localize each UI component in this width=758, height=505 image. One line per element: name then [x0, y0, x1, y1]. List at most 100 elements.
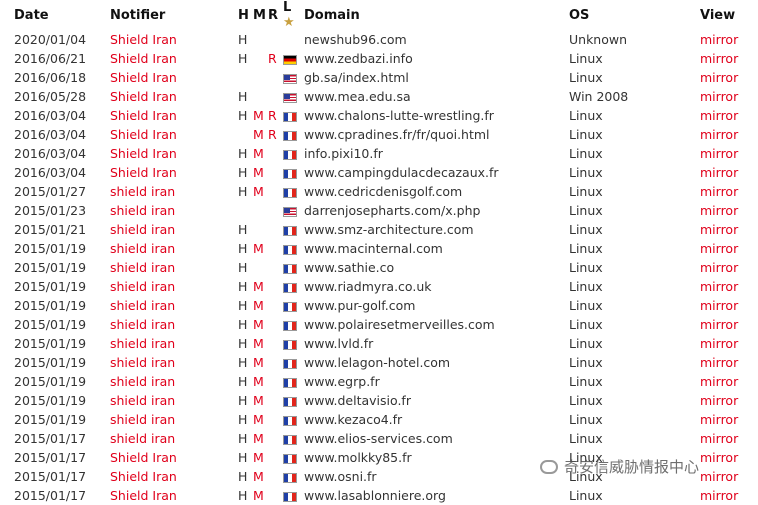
row-r-flag: [268, 391, 283, 410]
row-notifier-link[interactable]: shield iran: [110, 410, 238, 429]
col-notifier[interactable]: Notifier: [110, 0, 238, 30]
row-domain[interactable]: www.lasablonniere.org: [304, 486, 569, 505]
row-notifier-link[interactable]: Shield Iran: [110, 106, 238, 125]
row-notifier-link[interactable]: shield iran: [110, 315, 238, 334]
flag-fr-icon: [283, 377, 297, 388]
row-domain[interactable]: www.kezaco4.fr: [304, 410, 569, 429]
row-notifier-link[interactable]: shield iran: [110, 429, 238, 448]
row-mirror-link[interactable]: mirror: [700, 144, 758, 163]
col-os[interactable]: OS: [569, 0, 700, 30]
col-m[interactable]: M: [253, 0, 268, 30]
row-date: 2016/05/28: [14, 89, 87, 104]
row-notifier-link[interactable]: Shield Iran: [110, 30, 238, 49]
col-l[interactable]: L ★: [283, 0, 304, 30]
row-mirror-link[interactable]: mirror: [700, 486, 758, 505]
row-notifier-link[interactable]: shield iran: [110, 353, 238, 372]
row-mirror-link[interactable]: mirror: [700, 125, 758, 144]
row-notifier-link[interactable]: Shield Iran: [110, 486, 238, 505]
row-domain[interactable]: www.zedbazi.info: [304, 49, 569, 68]
row-domain[interactable]: www.lelagon-hotel.com: [304, 353, 569, 372]
row-domain[interactable]: www.cedricdenisgolf.com: [304, 182, 569, 201]
row-mirror-link[interactable]: mirror: [700, 353, 758, 372]
row-domain[interactable]: www.cpradines.fr/fr/quoi.html: [304, 125, 569, 144]
row-mirror-link[interactable]: mirror: [700, 467, 758, 486]
row-domain[interactable]: www.smz-architecture.com: [304, 220, 569, 239]
row-domain[interactable]: www.egrp.fr: [304, 372, 569, 391]
row-mirror-link[interactable]: mirror: [700, 68, 758, 87]
row-notifier-link[interactable]: shield iran: [110, 258, 238, 277]
row-mirror-link[interactable]: mirror: [700, 315, 758, 334]
row-domain[interactable]: www.riadmyra.co.uk: [304, 277, 569, 296]
row-r-flag: [268, 467, 283, 486]
row-domain[interactable]: www.osni.fr: [304, 467, 569, 486]
row-domain[interactable]: www.deltavisio.fr: [304, 391, 569, 410]
row-notifier-link[interactable]: shield iran: [110, 296, 238, 315]
col-date[interactable]: Date: [0, 0, 110, 30]
row-domain[interactable]: www.macinternal.com: [304, 239, 569, 258]
row-domain[interactable]: www.molkky85.fr: [304, 448, 569, 467]
row-country: [283, 391, 304, 410]
flag-fr-icon: [283, 453, 297, 464]
row-notifier-link[interactable]: Shield Iran: [110, 125, 238, 144]
row-mirror-link[interactable]: mirror: [700, 87, 758, 106]
row-notifier-link[interactable]: Shield Iran: [110, 87, 238, 106]
row-mirror-link[interactable]: mirror: [700, 30, 758, 49]
row-mirror-link[interactable]: mirror: [700, 334, 758, 353]
row-domain[interactable]: www.lvld.fr: [304, 334, 569, 353]
row-mirror-link[interactable]: mirror: [700, 296, 758, 315]
row-notifier-link[interactable]: shield iran: [110, 391, 238, 410]
row-country: [283, 182, 304, 201]
row-r-flag: R: [268, 127, 277, 142]
row-mirror-link[interactable]: mirror: [700, 410, 758, 429]
row-domain[interactable]: www.chalons-lutte-wrestling.fr: [304, 106, 569, 125]
row-country: [283, 87, 304, 106]
row-notifier-link[interactable]: shield iran: [110, 201, 238, 220]
row-domain[interactable]: www.elios-services.com: [304, 429, 569, 448]
row-notifier-link[interactable]: Shield Iran: [110, 144, 238, 163]
row-notifier-link[interactable]: shield iran: [110, 239, 238, 258]
row-m-flag: M: [253, 317, 264, 332]
row-notifier-link[interactable]: shield iran: [110, 182, 238, 201]
row-domain[interactable]: www.sathie.co: [304, 258, 569, 277]
col-r[interactable]: R: [268, 0, 283, 30]
row-h-flag: H: [238, 488, 248, 503]
row-notifier-link[interactable]: Shield Iran: [110, 163, 238, 182]
flag-fr-icon: [283, 396, 297, 407]
row-r-flag: [268, 30, 283, 49]
row-notifier-link[interactable]: Shield Iran: [110, 448, 238, 467]
row-mirror-link[interactable]: mirror: [700, 239, 758, 258]
row-notifier-link[interactable]: shield iran: [110, 334, 238, 353]
row-mirror-link[interactable]: mirror: [700, 220, 758, 239]
row-notifier-link[interactable]: shield iran: [110, 372, 238, 391]
row-notifier-link[interactable]: Shield Iran: [110, 49, 238, 68]
row-domain[interactable]: www.pur-golf.com: [304, 296, 569, 315]
row-mirror-link[interactable]: mirror: [700, 49, 758, 68]
row-mirror-link[interactable]: mirror: [700, 163, 758, 182]
row-notifier-link[interactable]: Shield Iran: [110, 467, 238, 486]
row-domain[interactable]: gb.sa/index.html: [304, 68, 569, 87]
row-m-flag: M: [253, 336, 264, 351]
row-h-flag: H: [238, 431, 248, 446]
row-mirror-link[interactable]: mirror: [700, 106, 758, 125]
row-mirror-link[interactable]: mirror: [700, 429, 758, 448]
row-mirror-link[interactable]: mirror: [700, 182, 758, 201]
row-domain[interactable]: darrenjosepharts.com/x.php: [304, 201, 569, 220]
row-domain[interactable]: newshub96.com: [304, 30, 569, 49]
row-domain[interactable]: www.campingdulacdecazaux.fr: [304, 163, 569, 182]
row-domain[interactable]: info.pixi10.fr: [304, 144, 569, 163]
row-mirror-link[interactable]: mirror: [700, 372, 758, 391]
row-notifier-link[interactable]: shield iran: [110, 220, 238, 239]
col-h[interactable]: H: [238, 0, 253, 30]
row-mirror-link[interactable]: mirror: [700, 258, 758, 277]
col-domain[interactable]: Domain: [304, 0, 569, 30]
row-notifier-link[interactable]: shield iran: [110, 277, 238, 296]
row-mirror-link[interactable]: mirror: [700, 391, 758, 410]
row-country: [283, 49, 304, 68]
row-domain[interactable]: www.polairesetmerveilles.com: [304, 315, 569, 334]
row-domain[interactable]: www.mea.edu.sa: [304, 87, 569, 106]
row-mirror-link[interactable]: mirror: [700, 277, 758, 296]
row-mirror-link[interactable]: mirror: [700, 448, 758, 467]
table-row: 2016/03/04 Shield Iran H Minfo.pixi10.fr Lin…: [0, 144, 758, 163]
row-notifier-link[interactable]: Shield Iran: [110, 68, 238, 87]
row-mirror-link[interactable]: mirror: [700, 201, 758, 220]
